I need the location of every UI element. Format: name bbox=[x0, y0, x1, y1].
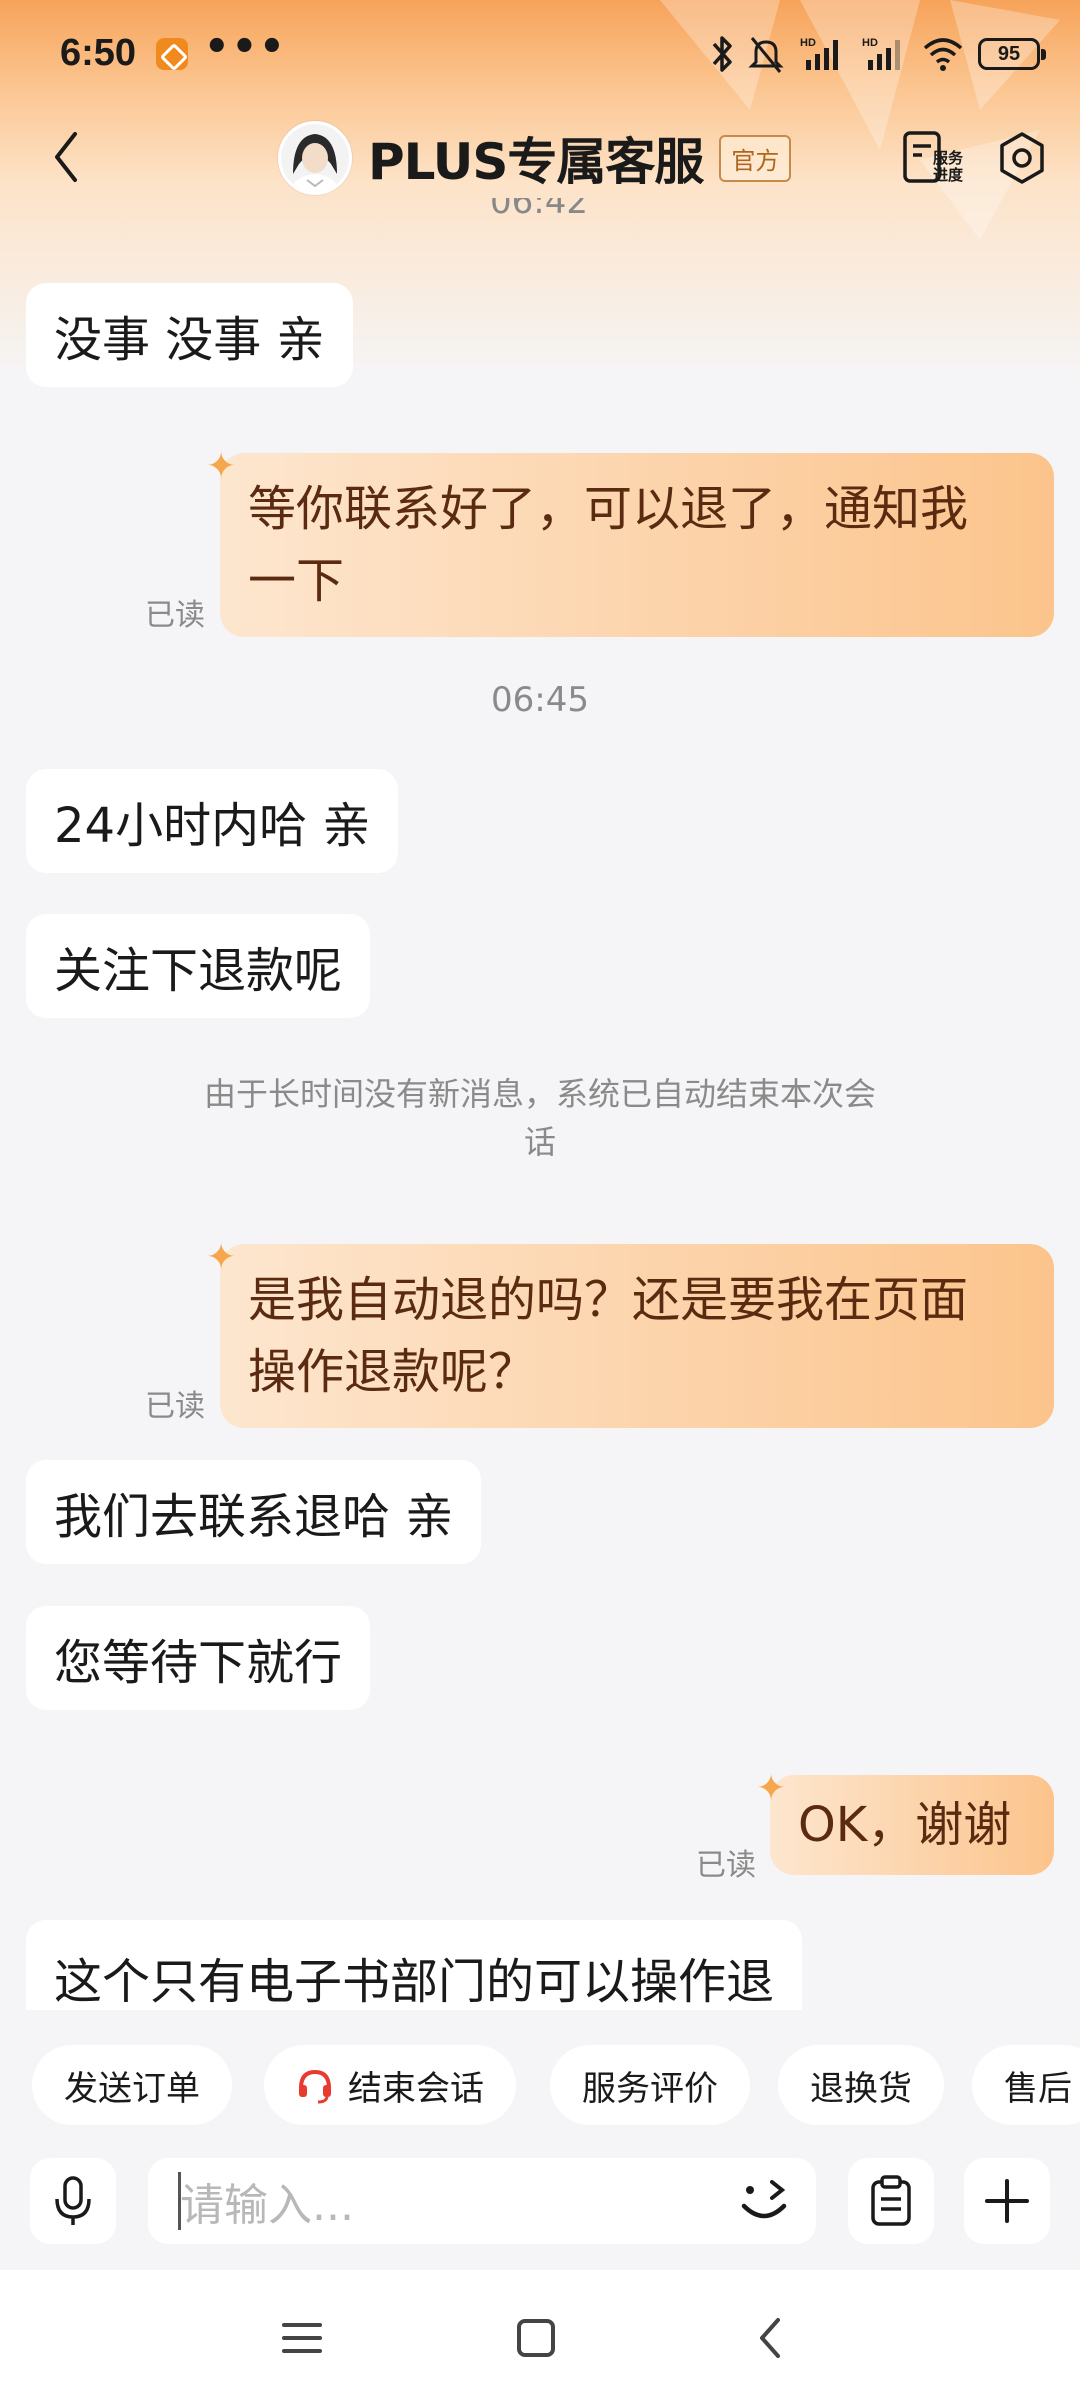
send-order-chip[interactable]: 发送订单 bbox=[32, 2045, 232, 2125]
text-caret bbox=[178, 2172, 181, 2230]
chip-label: 退换货 bbox=[810, 2068, 912, 2109]
chevron-left-icon bbox=[55, 132, 77, 182]
hd-signal-icon: HD bbox=[800, 37, 838, 70]
outgoing-message[interactable]: OK，谢谢 bbox=[756, 1753, 1054, 1875]
bluetooth-icon bbox=[712, 36, 732, 72]
plus-icon bbox=[985, 2179, 1029, 2223]
message-text: 您等待下就行 bbox=[54, 1635, 343, 1691]
incoming-message[interactable]: 没事 没事 亲 bbox=[26, 283, 353, 387]
read-status: 已读 bbox=[696, 1848, 756, 1883]
wifi-icon bbox=[923, 38, 963, 71]
clipboard-button[interactable] bbox=[848, 2158, 934, 2244]
avatar[interactable] bbox=[278, 121, 352, 195]
system-message-line: 话 bbox=[523, 1123, 556, 1161]
message-text-line: 等你联系好了，可以退了，通知我 bbox=[248, 481, 969, 537]
microphone-icon bbox=[55, 2176, 91, 2225]
agent-avatar-icon bbox=[281, 124, 349, 192]
voice-input-button[interactable] bbox=[30, 2158, 116, 2244]
status-icons: HD HD 95 bbox=[710, 34, 1046, 74]
more-options-button[interactable] bbox=[964, 2158, 1050, 2244]
outgoing-message[interactable]: 等你联系好了，可以退了，通知我 一下 bbox=[206, 431, 1054, 637]
chip-label: 发送订单 bbox=[64, 2068, 200, 2109]
end-chat-chip[interactable]: 结束会话 bbox=[264, 2045, 516, 2125]
input-placeholder: 请输入... bbox=[180, 2180, 354, 2231]
message-text-line: 是我自动退的吗？还是要我在页面 bbox=[248, 1272, 969, 1328]
after-sales-chip[interactable]: 售后 bbox=[972, 2045, 1080, 2125]
message-text: 没事 没事 亲 bbox=[54, 312, 325, 368]
battery-icon: 95 bbox=[978, 38, 1046, 70]
chip-label: 售后 bbox=[1004, 2068, 1072, 2109]
incoming-message[interactable]: 您等待下就行 bbox=[26, 1606, 371, 1710]
incoming-message[interactable]: 我们去联系退哈 亲 bbox=[26, 1460, 482, 1564]
outgoing-message[interactable]: 是我自动退的吗？还是要我在页面 操作退款呢？ bbox=[206, 1222, 1054, 1428]
svg-text:HD: HD bbox=[800, 37, 816, 49]
svg-text:HD: HD bbox=[862, 37, 878, 49]
read-status: 已读 bbox=[145, 598, 205, 633]
system-back-button[interactable] bbox=[740, 2308, 800, 2368]
message-text-line: 一下 bbox=[248, 553, 345, 609]
chip-label: 结束会话 bbox=[348, 2068, 484, 2109]
recent-apps-button[interactable] bbox=[272, 2308, 332, 2368]
chevron-left-icon bbox=[760, 2318, 780, 2358]
status-bar: 6:50 ••• HD HD 95 bbox=[0, 0, 1080, 112]
incoming-message[interactable]: 这个只有电子书部门的可以操作退 bbox=[26, 1920, 803, 2010]
headset-icon bbox=[299, 2069, 331, 2104]
settings-button[interactable] bbox=[994, 130, 1050, 186]
hd-signal-icon: HD bbox=[862, 37, 900, 70]
input-bar: 请输入... bbox=[0, 2140, 1080, 2270]
app-notification-icon bbox=[156, 38, 188, 70]
service-progress-label: 服务进度 bbox=[932, 149, 963, 184]
more-notifications-icon: ••• bbox=[204, 24, 287, 70]
return-exchange-chip[interactable]: 退换货 bbox=[778, 2045, 944, 2125]
home-button[interactable] bbox=[506, 2308, 566, 2368]
partial-timestamp: 06:42 bbox=[490, 198, 588, 222]
official-badge: 官方 bbox=[719, 134, 792, 182]
back-button[interactable] bbox=[36, 124, 96, 190]
message-input[interactable]: 请输入... bbox=[148, 2158, 816, 2244]
system-message: 由于长时间没有新消息，系统已自动结束本次会 话 bbox=[150, 1070, 930, 1166]
message-text: 24小时内哈 亲 bbox=[54, 798, 371, 854]
square-icon bbox=[517, 2319, 555, 2357]
timestamp: 06:45 bbox=[491, 680, 589, 720]
chip-label: 服务评价 bbox=[582, 2068, 718, 2109]
quick-actions-bar: 发送订单 结束会话 服务评价 退换货 售后 bbox=[0, 2045, 1080, 2127]
chat-title-group[interactable]: PLUS专属客服 官方 bbox=[278, 120, 792, 196]
gear-icon bbox=[1000, 132, 1044, 184]
chat-header: PLUS专属客服 官方 服务进度 bbox=[0, 112, 1080, 202]
system-message-line: 由于长时间没有新消息，系统已自动结束本次会 bbox=[203, 1075, 876, 1113]
system-navigation-bar bbox=[0, 2270, 1080, 2400]
message-text: 我们去联系退哈 亲 bbox=[54, 1489, 454, 1545]
message-text: 关注下退款呢 bbox=[54, 943, 343, 999]
chat-title: PLUS专属客服 bbox=[368, 133, 704, 191]
clipboard-icon bbox=[871, 2175, 911, 2226]
incoming-message[interactable]: 关注下退款呢 bbox=[26, 914, 371, 1018]
status-time: 6:50 bbox=[60, 32, 137, 74]
service-rating-chip[interactable]: 服务评价 bbox=[550, 2045, 750, 2125]
message-text-line: OK，谢谢 bbox=[798, 1797, 1012, 1853]
service-progress-button[interactable]: 服务进度 bbox=[902, 128, 964, 192]
mute-icon bbox=[748, 37, 784, 73]
message-text: 这个只有电子书部门的可以操作退 bbox=[54, 1954, 775, 2010]
incoming-message[interactable]: 24小时内哈 亲 bbox=[26, 769, 399, 873]
message-text-line: 操作退款呢？ bbox=[248, 1344, 537, 1400]
read-status: 已读 bbox=[145, 1389, 205, 1424]
emoji-icon[interactable] bbox=[732, 2168, 798, 2234]
menu-icon bbox=[282, 2323, 322, 2353]
